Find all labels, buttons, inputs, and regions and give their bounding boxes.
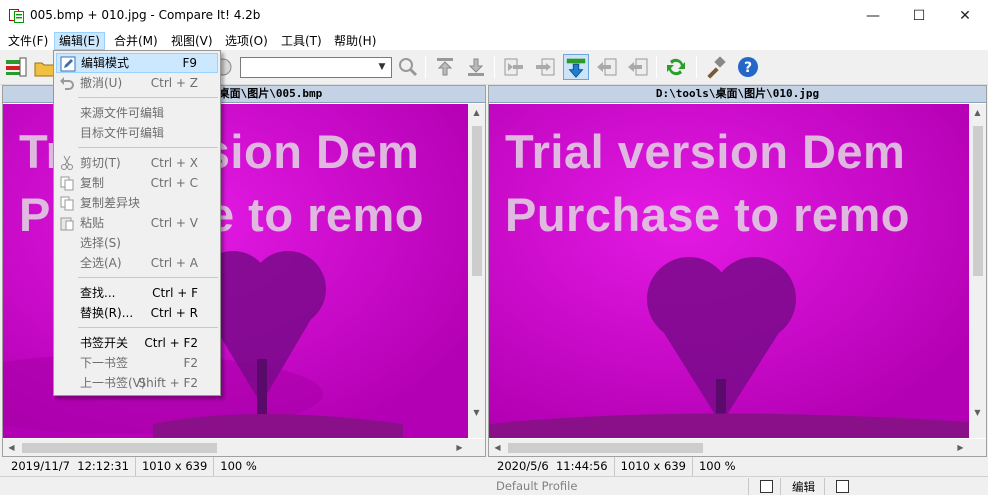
menu-bar: 文件(F) 编辑(E) 合并(M) 视图(V) 选项(O) 工具(T) 帮助(H… [0,31,988,50]
copy-icon [60,176,74,191]
menu-item-cut[interactable]: 剪切(T) Ctrl + X [56,153,218,173]
paste-icon [60,217,74,231]
scroll-thumb[interactable] [22,443,217,453]
app-icon [9,9,24,23]
menu-edit[interactable]: 编辑(E) [54,32,105,50]
copy-block-icon [60,196,74,211]
right-watermark-line1: Trial version Dem [505,125,906,178]
edit-mode-checkbox[interactable] [836,480,849,493]
title-bar[interactable]: 005.bmp + 010.jpg - Compare It! 4.2b — ☐… [0,0,988,31]
scroll-thumb[interactable] [508,443,703,453]
edit-mode-label: 编辑 [792,480,815,494]
scroll-corner [468,439,485,456]
tools-icon[interactable] [703,54,729,80]
close-button[interactable]: ✕ [942,0,988,31]
left-vertical-scrollbar[interactable]: ▲ ▼ [468,104,485,438]
minimize-button[interactable]: — [850,0,896,31]
copy-right-to-left-icon[interactable] [532,54,558,80]
maximize-button[interactable]: ☐ [896,0,942,31]
scroll-left-icon[interactable]: ◀ [489,439,506,456]
chevron-down-icon[interactable]: ▼ [375,60,389,75]
menu-separator [78,277,218,278]
toolbar-separator [656,56,657,78]
right-pane[interactable]: D:\tools\桌面\图片\010.jpg Trial version Dem… [488,85,987,457]
right-horizontal-scrollbar[interactable]: ◀ ▶ [489,439,969,456]
menu-merge[interactable]: 合并(M) [110,32,162,50]
edit-menu-dropdown: 编辑模式 F9 撤消(U) Ctrl + Z 来源文件可编辑 目标文件可编辑 剪切(… [53,50,221,396]
menu-item-find[interactable]: 查找... Ctrl + F [56,283,218,303]
last-diff-icon[interactable] [463,54,489,80]
right-vertical-scrollbar[interactable]: ▲ ▼ [969,104,986,438]
first-diff-icon[interactable] [432,54,458,80]
menu-options[interactable]: 选项(O) [221,32,272,50]
edit-pencil-icon [60,56,76,72]
toolbar-separator [425,56,426,78]
next-diff-icon[interactable] [625,54,651,80]
scroll-right-icon[interactable]: ▶ [952,439,969,456]
compare-icon[interactable] [3,54,29,80]
right-image-dimensions: 1010 x 639 [615,457,693,476]
menu-item-copy[interactable]: 复制 Ctrl + C [56,173,218,193]
menu-item-prev-bookmark[interactable]: 上一书签(V) Shift + F2 [56,373,218,393]
status-separator [780,478,781,495]
menu-tools[interactable]: 工具(T) [277,32,326,50]
scroll-thumb[interactable] [973,126,983,276]
cut-icon [61,155,73,170]
menu-file[interactable]: 文件(F) [4,32,52,50]
status-bar: Default Profile 编辑 [0,476,988,495]
left-horizontal-scrollbar[interactable]: ◀ ▶ [3,439,468,456]
menu-item-undo[interactable]: 撤消(U) Ctrl + Z [56,73,218,93]
scroll-up-icon[interactable]: ▲ [468,104,485,121]
copy-left-to-right-icon[interactable] [501,54,527,80]
left-zoom: 100 % [220,459,257,473]
right-image[interactable]: Trial version Dem Purchase to remo [489,104,969,438]
right-zoom: 100 % [698,459,736,473]
search-icon[interactable] [395,54,421,80]
profile-label: Default Profile [496,479,578,493]
scroll-right-icon[interactable]: ▶ [451,439,468,456]
menu-view[interactable]: 视图(V) [167,32,217,50]
menu-item-target-editable[interactable]: 目标文件可编辑 [56,123,218,143]
refresh-icon[interactable] [663,54,689,80]
scroll-left-icon[interactable]: ◀ [3,439,20,456]
menu-item-edit-mode[interactable]: 编辑模式 F9 [56,53,218,73]
right-file-path: D:\tools\桌面\图片\010.jpg [489,86,986,103]
menu-item-copy-block[interactable]: 复制差异块 [56,193,218,213]
toolbar-separator [494,56,495,78]
scroll-thumb[interactable] [472,126,482,276]
menu-item-source-editable[interactable]: 来源文件可编辑 [56,103,218,123]
menu-separator [78,327,218,328]
prev-diff-icon[interactable] [594,54,620,80]
menu-item-select[interactable]: 选择(S) [56,233,218,253]
toolbar-separator [696,56,697,78]
menu-item-paste[interactable]: 粘贴 Ctrl + V [56,213,218,233]
status-separator [824,478,825,495]
help-icon[interactable]: ? [735,54,761,80]
right-watermark-line2: Purchase to remo [505,188,911,241]
left-info-bar: 2019/11/7 12:12:31 1010 x 639 100 % [5,457,263,476]
menu-item-toggle-bookmark[interactable]: 书签开关 Ctrl + F2 [56,333,218,353]
scroll-down-icon[interactable]: ▼ [468,404,485,421]
sync-scroll-icon[interactable] [563,54,589,80]
menu-separator [78,97,218,98]
menu-item-select-all[interactable]: 全选(A) Ctrl + A [56,253,218,273]
scroll-up-icon[interactable]: ▲ [969,104,986,121]
sync-checkbox[interactable] [760,480,773,493]
svg-text:?: ? [744,60,752,76]
left-file-date: 2019/11/7 12:12:31 [5,457,136,476]
menu-item-replace[interactable]: 替换(R)... Ctrl + R [56,303,218,323]
undo-icon [60,77,74,90]
scroll-corner [969,439,986,456]
menu-separator [78,147,218,148]
scroll-down-icon[interactable]: ▼ [969,404,986,421]
right-info-bar: 2020/5/6 11:44:56 1010 x 639 100 % [491,457,742,476]
left-image-dimensions: 1010 x 639 [136,457,215,476]
menu-help[interactable]: 帮助(H) [330,32,380,50]
menu-item-next-bookmark[interactable]: 下一书签 F2 [56,353,218,373]
status-separator [748,478,749,495]
filter-combo[interactable]: ▼ [240,57,392,78]
right-file-date: 2020/5/6 11:44:56 [491,457,615,476]
window-title: 005.bmp + 010.jpg - Compare It! 4.2b [30,8,261,22]
